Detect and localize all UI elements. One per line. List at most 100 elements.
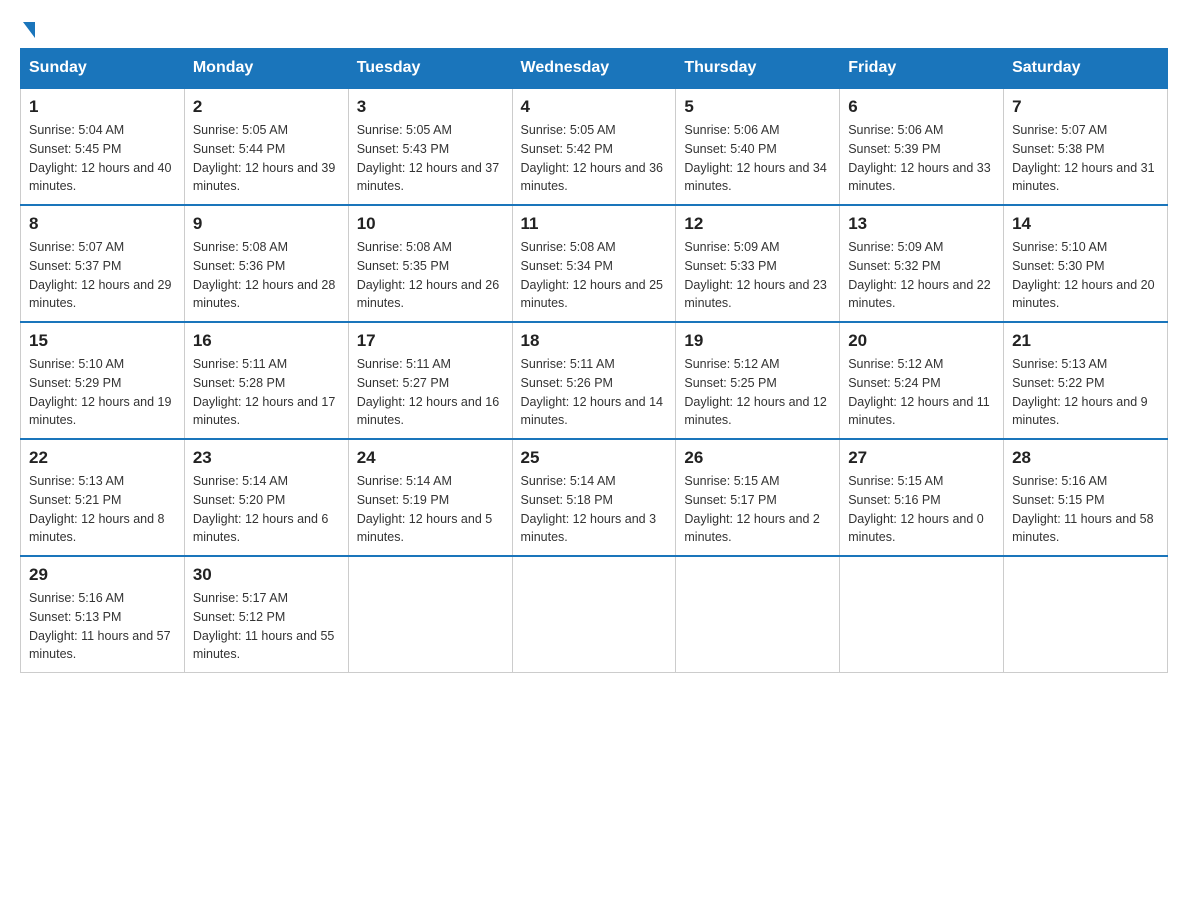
day-number: 26 — [684, 448, 831, 468]
day-info: Sunrise: 5:15 AM Sunset: 5:17 PM Dayligh… — [684, 472, 831, 547]
calendar-cell: 1 Sunrise: 5:04 AM Sunset: 5:45 PM Dayli… — [21, 88, 185, 205]
calendar-cell — [1004, 556, 1168, 673]
calendar-cell: 17 Sunrise: 5:11 AM Sunset: 5:27 PM Dayl… — [348, 322, 512, 439]
calendar-cell: 24 Sunrise: 5:14 AM Sunset: 5:19 PM Dayl… — [348, 439, 512, 556]
calendar-cell: 19 Sunrise: 5:12 AM Sunset: 5:25 PM Dayl… — [676, 322, 840, 439]
week-row-4: 22 Sunrise: 5:13 AM Sunset: 5:21 PM Dayl… — [21, 439, 1168, 556]
calendar-cell: 10 Sunrise: 5:08 AM Sunset: 5:35 PM Dayl… — [348, 205, 512, 322]
calendar-cell: 26 Sunrise: 5:15 AM Sunset: 5:17 PM Dayl… — [676, 439, 840, 556]
day-info: Sunrise: 5:16 AM Sunset: 5:13 PM Dayligh… — [29, 589, 176, 664]
calendar-cell: 15 Sunrise: 5:10 AM Sunset: 5:29 PM Dayl… — [21, 322, 185, 439]
day-number: 19 — [684, 331, 831, 351]
calendar-cell: 20 Sunrise: 5:12 AM Sunset: 5:24 PM Dayl… — [840, 322, 1004, 439]
week-row-1: 1 Sunrise: 5:04 AM Sunset: 5:45 PM Dayli… — [21, 88, 1168, 205]
day-number: 4 — [521, 97, 668, 117]
day-info: Sunrise: 5:14 AM Sunset: 5:20 PM Dayligh… — [193, 472, 340, 547]
calendar-cell — [840, 556, 1004, 673]
calendar-cell: 13 Sunrise: 5:09 AM Sunset: 5:32 PM Dayl… — [840, 205, 1004, 322]
day-info: Sunrise: 5:07 AM Sunset: 5:37 PM Dayligh… — [29, 238, 176, 313]
logo — [20, 20, 35, 38]
day-info: Sunrise: 5:14 AM Sunset: 5:18 PM Dayligh… — [521, 472, 668, 547]
day-number: 24 — [357, 448, 504, 468]
calendar-cell: 11 Sunrise: 5:08 AM Sunset: 5:34 PM Dayl… — [512, 205, 676, 322]
day-number: 30 — [193, 565, 340, 585]
day-number: 29 — [29, 565, 176, 585]
day-info: Sunrise: 5:08 AM Sunset: 5:36 PM Dayligh… — [193, 238, 340, 313]
day-info: Sunrise: 5:05 AM Sunset: 5:44 PM Dayligh… — [193, 121, 340, 196]
day-number: 13 — [848, 214, 995, 234]
week-row-2: 8 Sunrise: 5:07 AM Sunset: 5:37 PM Dayli… — [21, 205, 1168, 322]
day-info: Sunrise: 5:09 AM Sunset: 5:32 PM Dayligh… — [848, 238, 995, 313]
calendar-cell: 22 Sunrise: 5:13 AM Sunset: 5:21 PM Dayl… — [21, 439, 185, 556]
calendar-cell: 29 Sunrise: 5:16 AM Sunset: 5:13 PM Dayl… — [21, 556, 185, 673]
header-monday: Monday — [184, 49, 348, 89]
calendar-cell: 28 Sunrise: 5:16 AM Sunset: 5:15 PM Dayl… — [1004, 439, 1168, 556]
header-wednesday: Wednesday — [512, 49, 676, 89]
day-number: 6 — [848, 97, 995, 117]
week-row-5: 29 Sunrise: 5:16 AM Sunset: 5:13 PM Dayl… — [21, 556, 1168, 673]
day-number: 27 — [848, 448, 995, 468]
calendar-cell: 23 Sunrise: 5:14 AM Sunset: 5:20 PM Dayl… — [184, 439, 348, 556]
day-info: Sunrise: 5:08 AM Sunset: 5:35 PM Dayligh… — [357, 238, 504, 313]
day-info: Sunrise: 5:11 AM Sunset: 5:26 PM Dayligh… — [521, 355, 668, 430]
day-info: Sunrise: 5:13 AM Sunset: 5:21 PM Dayligh… — [29, 472, 176, 547]
calendar-cell: 25 Sunrise: 5:14 AM Sunset: 5:18 PM Dayl… — [512, 439, 676, 556]
day-info: Sunrise: 5:13 AM Sunset: 5:22 PM Dayligh… — [1012, 355, 1159, 430]
day-number: 1 — [29, 97, 176, 117]
weekday-header-row: SundayMondayTuesdayWednesdayThursdayFrid… — [21, 49, 1168, 89]
calendar-cell: 18 Sunrise: 5:11 AM Sunset: 5:26 PM Dayl… — [512, 322, 676, 439]
day-info: Sunrise: 5:10 AM Sunset: 5:30 PM Dayligh… — [1012, 238, 1159, 313]
day-info: Sunrise: 5:11 AM Sunset: 5:27 PM Dayligh… — [357, 355, 504, 430]
page-header — [20, 20, 1168, 38]
calendar-cell — [348, 556, 512, 673]
calendar-cell: 21 Sunrise: 5:13 AM Sunset: 5:22 PM Dayl… — [1004, 322, 1168, 439]
calendar-cell: 4 Sunrise: 5:05 AM Sunset: 5:42 PM Dayli… — [512, 88, 676, 205]
day-number: 21 — [1012, 331, 1159, 351]
calendar-table: SundayMondayTuesdayWednesdayThursdayFrid… — [20, 48, 1168, 673]
logo-triangle-icon — [23, 22, 35, 38]
day-number: 5 — [684, 97, 831, 117]
day-info: Sunrise: 5:12 AM Sunset: 5:24 PM Dayligh… — [848, 355, 995, 430]
calendar-cell: 12 Sunrise: 5:09 AM Sunset: 5:33 PM Dayl… — [676, 205, 840, 322]
day-number: 18 — [521, 331, 668, 351]
header-friday: Friday — [840, 49, 1004, 89]
day-info: Sunrise: 5:06 AM Sunset: 5:40 PM Dayligh… — [684, 121, 831, 196]
day-number: 11 — [521, 214, 668, 234]
week-row-3: 15 Sunrise: 5:10 AM Sunset: 5:29 PM Dayl… — [21, 322, 1168, 439]
day-info: Sunrise: 5:12 AM Sunset: 5:25 PM Dayligh… — [684, 355, 831, 430]
calendar-cell: 30 Sunrise: 5:17 AM Sunset: 5:12 PM Dayl… — [184, 556, 348, 673]
header-saturday: Saturday — [1004, 49, 1168, 89]
day-number: 16 — [193, 331, 340, 351]
day-number: 25 — [521, 448, 668, 468]
day-info: Sunrise: 5:17 AM Sunset: 5:12 PM Dayligh… — [193, 589, 340, 664]
day-number: 2 — [193, 97, 340, 117]
day-number: 9 — [193, 214, 340, 234]
day-number: 23 — [193, 448, 340, 468]
calendar-cell: 6 Sunrise: 5:06 AM Sunset: 5:39 PM Dayli… — [840, 88, 1004, 205]
day-info: Sunrise: 5:16 AM Sunset: 5:15 PM Dayligh… — [1012, 472, 1159, 547]
day-info: Sunrise: 5:10 AM Sunset: 5:29 PM Dayligh… — [29, 355, 176, 430]
calendar-cell: 8 Sunrise: 5:07 AM Sunset: 5:37 PM Dayli… — [21, 205, 185, 322]
day-info: Sunrise: 5:04 AM Sunset: 5:45 PM Dayligh… — [29, 121, 176, 196]
day-number: 28 — [1012, 448, 1159, 468]
calendar-cell: 9 Sunrise: 5:08 AM Sunset: 5:36 PM Dayli… — [184, 205, 348, 322]
day-info: Sunrise: 5:08 AM Sunset: 5:34 PM Dayligh… — [521, 238, 668, 313]
header-sunday: Sunday — [21, 49, 185, 89]
calendar-cell — [676, 556, 840, 673]
calendar-cell: 27 Sunrise: 5:15 AM Sunset: 5:16 PM Dayl… — [840, 439, 1004, 556]
day-info: Sunrise: 5:06 AM Sunset: 5:39 PM Dayligh… — [848, 121, 995, 196]
calendar-cell: 16 Sunrise: 5:11 AM Sunset: 5:28 PM Dayl… — [184, 322, 348, 439]
day-info: Sunrise: 5:05 AM Sunset: 5:43 PM Dayligh… — [357, 121, 504, 196]
calendar-cell: 7 Sunrise: 5:07 AM Sunset: 5:38 PM Dayli… — [1004, 88, 1168, 205]
day-number: 22 — [29, 448, 176, 468]
day-number: 12 — [684, 214, 831, 234]
calendar-cell — [512, 556, 676, 673]
day-info: Sunrise: 5:09 AM Sunset: 5:33 PM Dayligh… — [684, 238, 831, 313]
day-number: 8 — [29, 214, 176, 234]
day-info: Sunrise: 5:15 AM Sunset: 5:16 PM Dayligh… — [848, 472, 995, 547]
day-number: 3 — [357, 97, 504, 117]
calendar-cell: 3 Sunrise: 5:05 AM Sunset: 5:43 PM Dayli… — [348, 88, 512, 205]
day-number: 20 — [848, 331, 995, 351]
day-info: Sunrise: 5:14 AM Sunset: 5:19 PM Dayligh… — [357, 472, 504, 547]
day-info: Sunrise: 5:07 AM Sunset: 5:38 PM Dayligh… — [1012, 121, 1159, 196]
